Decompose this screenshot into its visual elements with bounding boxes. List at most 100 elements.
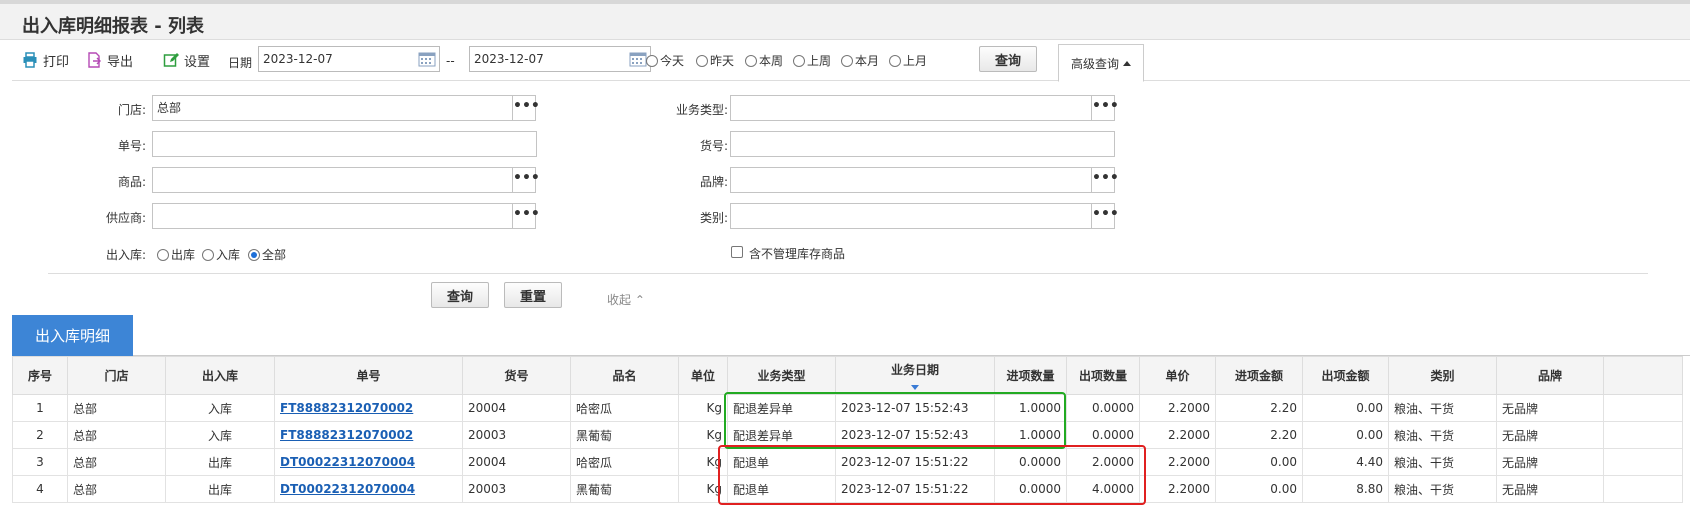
column-header[interactable]: 出项数量 <box>1066 356 1140 395</box>
export-button[interactable]: 导出 <box>86 50 133 70</box>
category-input[interactable] <box>730 203 1092 229</box>
export-icon <box>88 52 101 68</box>
calendar-icon[interactable] <box>629 51 647 67</box>
bill-input[interactable] <box>152 131 537 157</box>
export-label: 导出 <box>107 54 134 70</box>
column-header[interactable]: 进项金额 <box>1215 356 1303 395</box>
column-header[interactable]: 单位 <box>678 356 728 395</box>
inout-in-label: 入库 <box>216 248 241 262</box>
column-header-label: 业务日期 <box>890 363 939 377</box>
radio-circle <box>646 54 658 67</box>
store-input[interactable]: 总部 <box>152 95 513 121</box>
column-header[interactable]: 业务类型 <box>727 356 836 395</box>
bill-no-link[interactable]: FT88882312070002 <box>280 428 413 442</box>
settings-button[interactable]: 设置 <box>163 50 210 70</box>
brand-picker-button[interactable]: ••• <box>1091 167 1119 193</box>
edit-icon <box>163 53 179 67</box>
radio-circle <box>745 54 757 67</box>
range-this-month-radio[interactable]: 本月 <box>841 52 879 69</box>
chevron-up-icon: ⌃ <box>634 293 645 307</box>
date-from-value: 2023-12-07 <box>263 52 333 66</box>
cell-index: 4 <box>12 475 68 503</box>
advanced-query-tab[interactable]: 高级查询 <box>1058 44 1144 82</box>
range-this-week-radio[interactable]: 本周 <box>745 52 783 69</box>
bill-label: 单号: <box>117 139 146 153</box>
range-last-month-radio[interactable]: 上月 <box>889 52 927 69</box>
category-picker-button[interactable]: ••• <box>1091 203 1119 229</box>
range-yesterday-label: 昨天 <box>710 54 735 68</box>
range-this-week-label: 本周 <box>759 54 784 68</box>
cell-unit-price: 2.2000 <box>1139 448 1216 476</box>
range-today-label: 今天 <box>660 54 685 68</box>
print-button[interactable]: 打印 <box>22 50 69 70</box>
calendar-icon[interactable] <box>418 51 436 67</box>
cell-product-name: 哈密瓜 <box>570 448 679 476</box>
product-label: 商品: <box>117 175 146 189</box>
column-header[interactable]: 单号 <box>274 356 463 395</box>
radio-circle <box>696 54 708 67</box>
column-header[interactable]: 出入库 <box>165 356 275 395</box>
inout-out-radio[interactable]: 出库 <box>157 246 195 263</box>
toolbar: 打印 导出 设置 日期 2023-12-07 -- 2023-12-07 今天 … <box>12 40 1690 82</box>
cell-product-name: 哈密瓜 <box>570 394 679 422</box>
range-last-week-radio[interactable]: 上周 <box>793 52 831 69</box>
exclude-non-stock-checkbox[interactable] <box>731 246 743 258</box>
cell-out-amount: 0.00 <box>1302 421 1389 449</box>
biztype-input[interactable] <box>730 95 1092 121</box>
column-header[interactable]: 品牌 <box>1496 356 1604 395</box>
cell-bill-no: FT88882312070002 <box>274 394 463 422</box>
itemno-input[interactable] <box>730 131 1115 157</box>
radio-circle <box>202 248 214 261</box>
cell-out-amount: 8.80 <box>1302 475 1389 503</box>
filter-reset-button[interactable]: 重置 <box>504 282 562 308</box>
store-picker-button[interactable]: ••• <box>512 95 540 121</box>
product-input[interactable] <box>152 167 513 193</box>
bill-no-link[interactable]: DT00022312070004 <box>280 482 415 496</box>
supplier-picker-button[interactable]: ••• <box>512 203 540 229</box>
inout-all-radio[interactable]: 全部 <box>248 246 286 263</box>
date-to-input[interactable]: 2023-12-07 <box>469 46 651 72</box>
cell-item-no: 20003 <box>462 475 571 503</box>
column-header[interactable]: 进项数量 <box>994 356 1067 395</box>
cell-empty <box>1603 421 1683 449</box>
filter-query-button[interactable]: 查询 <box>431 282 489 308</box>
supplier-label: 供应商: <box>105 211 146 225</box>
date-from-input[interactable]: 2023-12-07 <box>258 46 440 72</box>
biztype-picker-button[interactable]: ••• <box>1091 95 1119 121</box>
column-header[interactable]: 出项金额 <box>1302 356 1389 395</box>
biztype-label: 业务类型: <box>675 103 728 117</box>
cell-bill-no: DT00022312070004 <box>274 448 463 476</box>
date-label: 日期 <box>228 56 253 70</box>
filter-divider <box>48 273 1648 274</box>
cell-index: 2 <box>12 421 68 449</box>
column-header[interactable]: 门店 <box>67 356 166 395</box>
bill-no-link[interactable]: FT88882312070002 <box>280 401 413 415</box>
column-header-sorted[interactable]: 业务日期 <box>835 356 995 395</box>
printer-icon <box>23 52 37 68</box>
column-header[interactable]: 序号 <box>12 356 68 395</box>
column-header[interactable]: 品名 <box>570 356 679 395</box>
column-header[interactable]: 类别 <box>1388 356 1497 395</box>
cell-inout: 入库 <box>165 394 275 422</box>
cell-category: 粮油、干货 <box>1388 475 1497 503</box>
toolbar-query-button[interactable]: 查询 <box>979 46 1037 72</box>
cell-product-name: 黑葡萄 <box>570 421 679 449</box>
range-yesterday-radio[interactable]: 昨天 <box>696 52 734 69</box>
cell-empty <box>1603 475 1683 503</box>
brand-input[interactable] <box>730 167 1092 193</box>
column-header[interactable]: 货号 <box>462 356 571 395</box>
cell-unit-price: 2.2000 <box>1139 475 1216 503</box>
cell-out-qty: 0.0000 <box>1066 394 1140 422</box>
cell-in-amount: 2.20 <box>1215 421 1303 449</box>
cell-empty <box>1603 448 1683 476</box>
inout-in-radio[interactable]: 入库 <box>202 246 240 263</box>
range-today-radio[interactable]: 今天 <box>646 52 684 69</box>
collapse-toggle[interactable]: 收起 ⌃ <box>607 291 645 308</box>
product-picker-button[interactable]: ••• <box>512 167 540 193</box>
bill-no-link[interactable]: DT00022312070004 <box>280 455 415 469</box>
supplier-input[interactable] <box>152 203 513 229</box>
caret-up-icon <box>1123 61 1131 66</box>
tab-inout-detail[interactable]: 出入库明细 <box>12 315 133 356</box>
cell-out-amount: 4.40 <box>1302 448 1389 476</box>
column-header[interactable]: 单价 <box>1139 356 1216 395</box>
